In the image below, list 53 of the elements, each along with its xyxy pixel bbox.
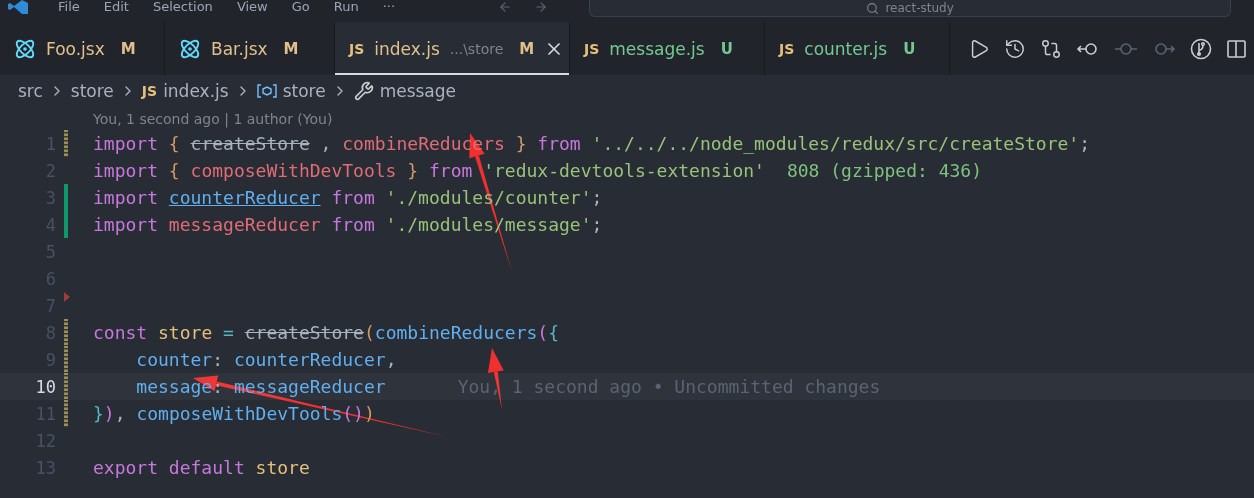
line-number: 10: [34, 376, 56, 397]
import-cost-hint: 808 (gzipped: 436): [786, 160, 982, 181]
breadcrumb-item[interactable]: store: [70, 81, 114, 101]
react-icon: [14, 37, 36, 60]
breadcrumb-item[interactable]: store: [282, 81, 326, 101]
editor-tab[interactable]: JS index.js ...\store M: [335, 22, 570, 75]
menu-item[interactable]: Selection: [140, 0, 225, 14]
toolbar-button[interactable]: [1226, 37, 1246, 60]
breadcrumb-item[interactable]: src: [18, 81, 43, 101]
code-line: counter: counterReducer,: [135, 349, 397, 370]
compare-icon: [1040, 37, 1062, 60]
branch-icon: [1190, 37, 1212, 60]
git-status: M: [519, 39, 535, 58]
code-line: import { composeWithDevTools } from 'redux-devtools-extension': [93, 160, 765, 181]
menu-item[interactable]: Go: [279, 0, 322, 14]
search-field[interactable]: react-study: [589, 0, 1232, 17]
history-icon: [1004, 37, 1026, 60]
breadcrumb-item[interactable]: message: [379, 81, 457, 101]
code-line: export default store: [93, 457, 310, 478]
toolbar-button[interactable]: [1040, 37, 1062, 60]
git-status: U: [720, 39, 733, 58]
git-status: M: [120, 39, 136, 58]
menu-item[interactable]: Edit: [91, 0, 141, 14]
js-file-icon: JS: [584, 40, 600, 57]
wrench-icon: [353, 81, 374, 101]
tab-title: message.js: [609, 38, 705, 59]
tab-title: counter.js: [804, 38, 888, 59]
tab-path: ...\store: [449, 40, 504, 57]
menu-item[interactable]: ···: [370, 0, 408, 14]
toolbar-button[interactable]: [1004, 37, 1026, 60]
codelens-text[interactable]: You, 1 second ago | 1 author (You): [0, 107, 1254, 130]
tab-title: index.js: [374, 38, 440, 59]
js-file-icon: JS: [779, 40, 795, 57]
code-line: const store = createStore(combineReducers({: [93, 322, 560, 343]
deleted-change-mark: [64, 292, 70, 302]
search-icon: [866, 1, 880, 15]
split-editor-icon: [1226, 37, 1246, 60]
git-status: U: [903, 39, 916, 58]
js-file-icon: JS: [349, 40, 365, 57]
menu-item[interactable]: View: [224, 0, 280, 14]
code-line: message: messageReducer: [135, 376, 386, 397]
tab-title: Foo.jsx: [46, 38, 105, 59]
react-icon: [179, 37, 201, 60]
modified-change-mark: [64, 130, 68, 157]
tab-title: Bar.jsx: [211, 38, 268, 59]
menu-item[interactable]: File: [46, 0, 92, 14]
git-status: M: [283, 39, 299, 58]
variable-icon: [256, 83, 277, 99]
breadcrumb-item[interactable]: index.js: [163, 81, 229, 101]
toolbar-button[interactable]: [1190, 37, 1212, 60]
js-file-icon: JS: [141, 83, 158, 99]
logo-icon: [8, 0, 28, 14]
menu-item[interactable]: Run: [321, 0, 371, 14]
